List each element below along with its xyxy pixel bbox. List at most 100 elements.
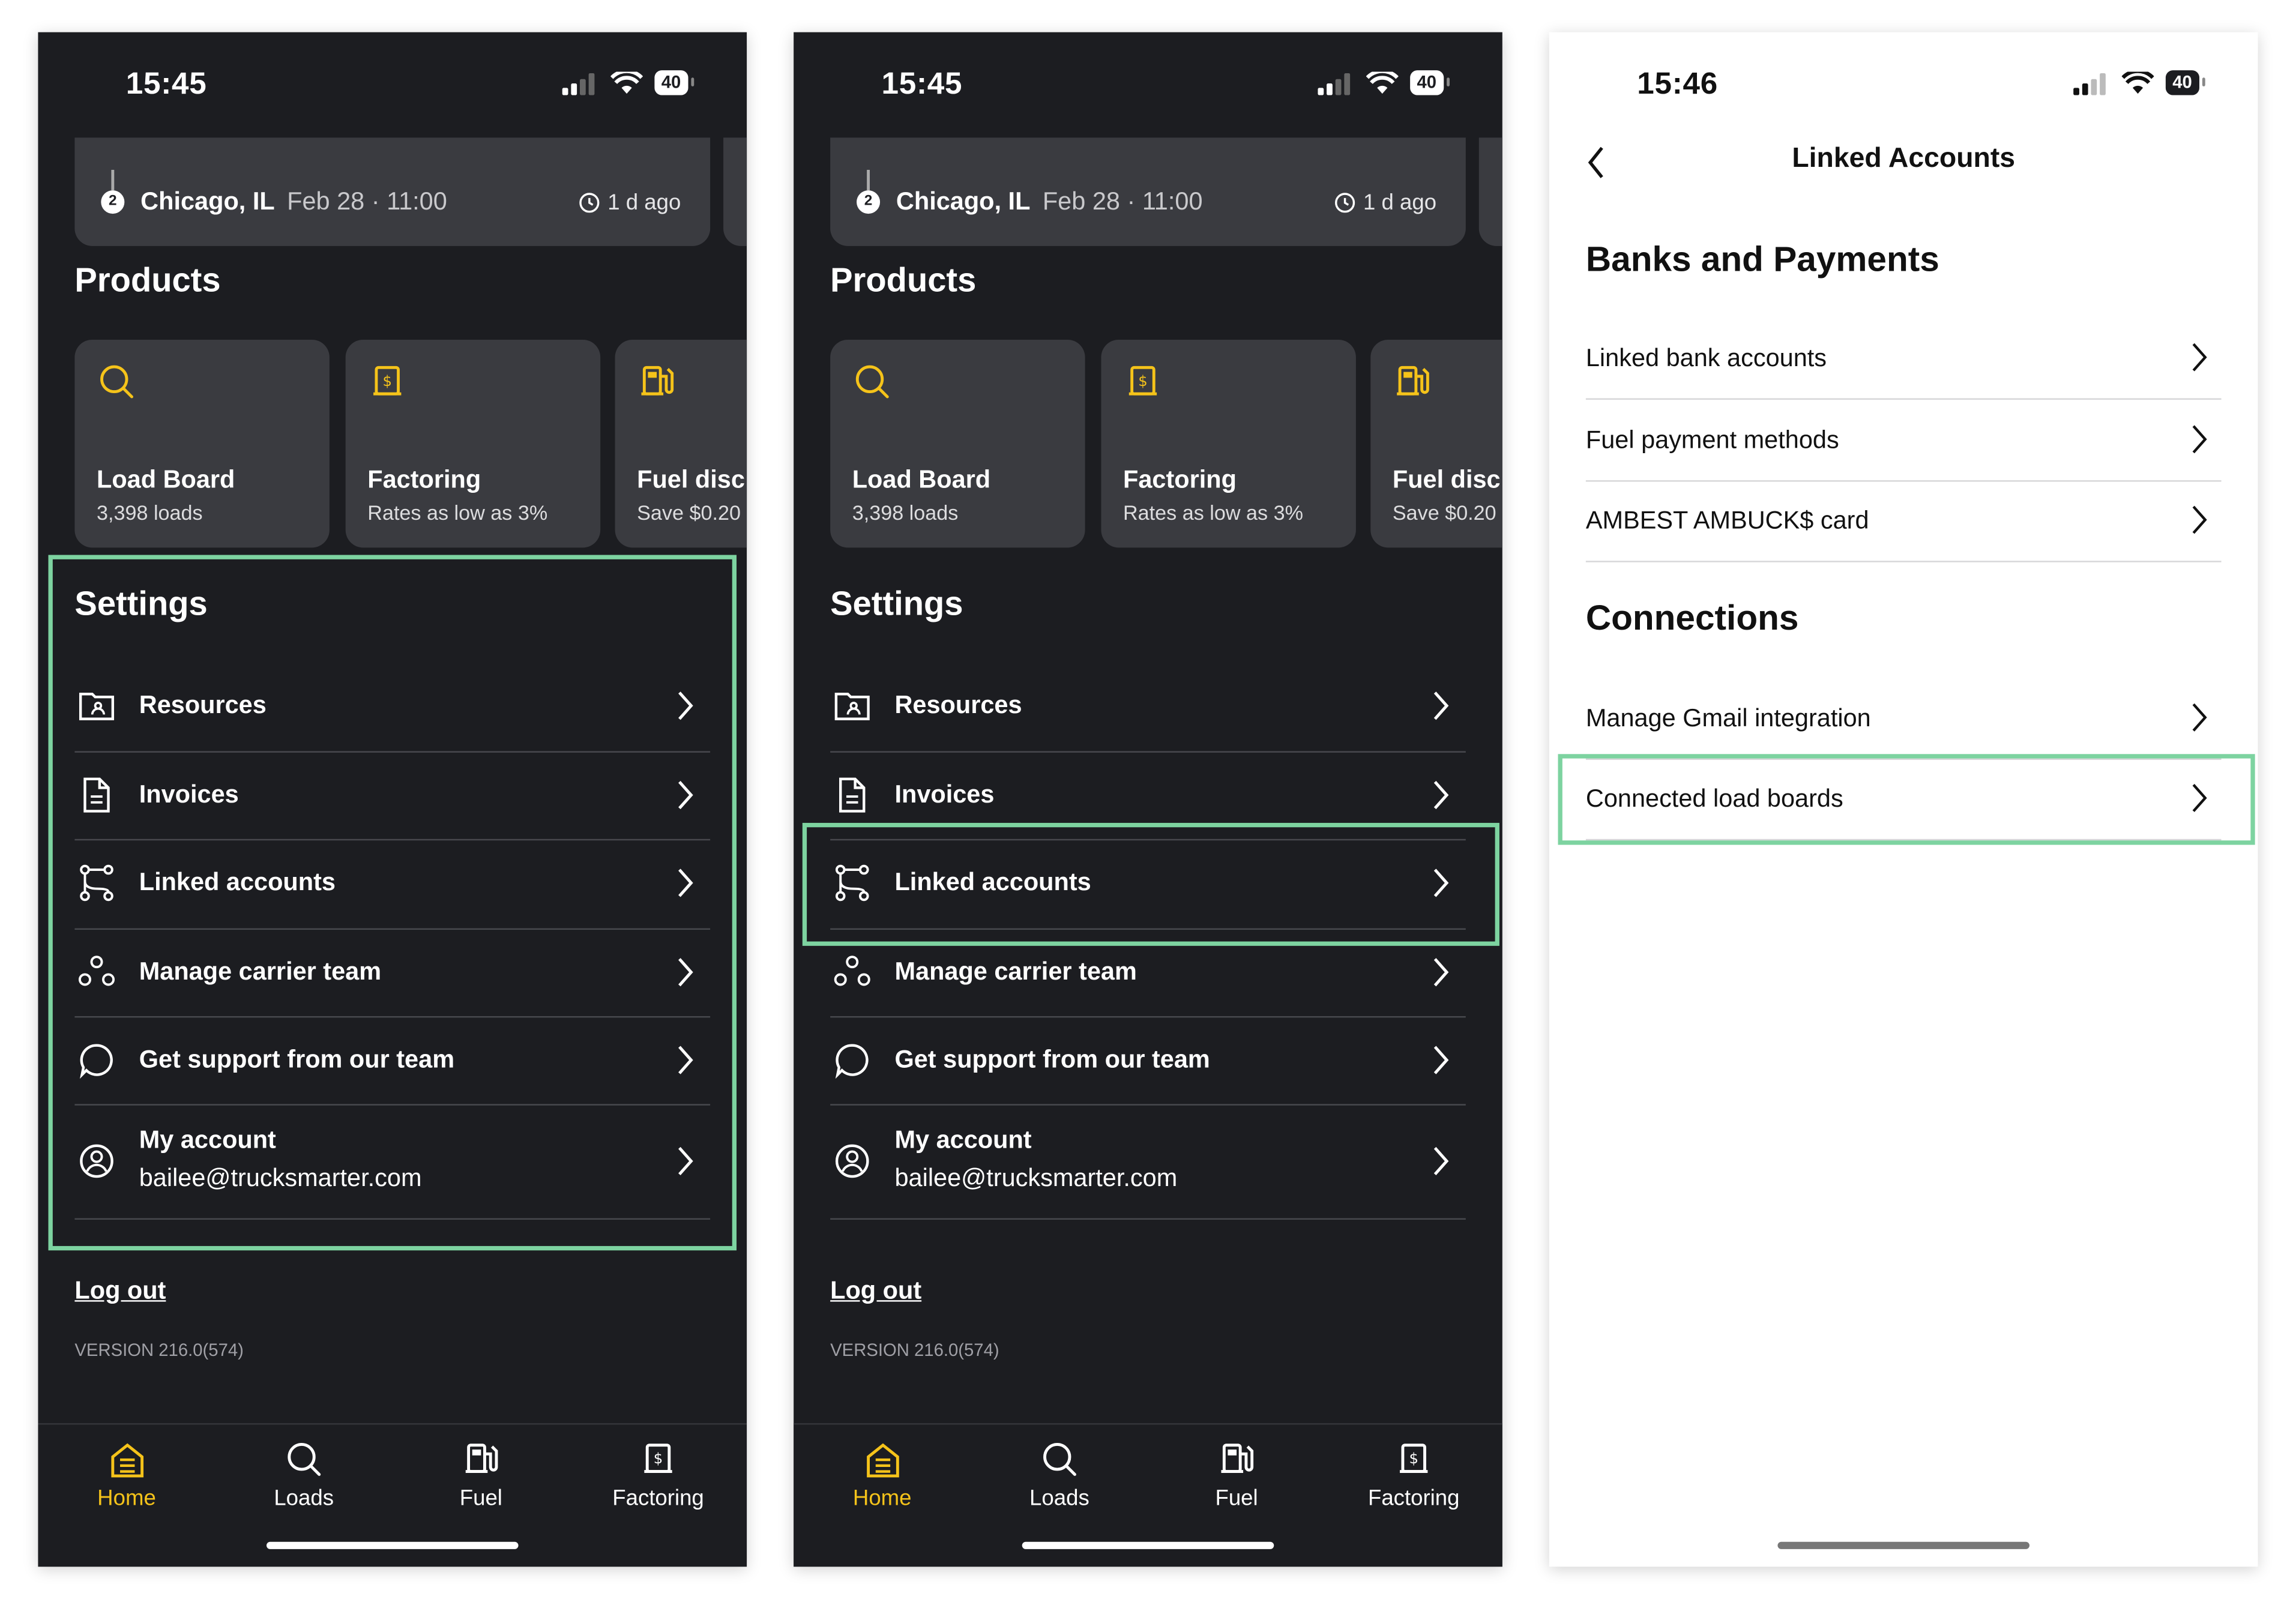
fuel-pump-icon (465, 1444, 498, 1474)
receipt-dollar-icon: $ (373, 366, 402, 396)
clock-icon (579, 193, 600, 213)
connections-section-title: Connections (1585, 598, 1799, 639)
tab-label: Home (852, 1486, 912, 1511)
product-card-load-board[interactable]: Load Board 3,398 loads (830, 339, 1085, 548)
search-icon (100, 365, 133, 399)
tab-factoring[interactable]: $ Factoring (570, 1439, 747, 1511)
load-date: Feb 28 · 11:00 (1042, 187, 1203, 215)
battery-icon: 40 (1409, 70, 1451, 95)
wifi-icon (1366, 71, 1398, 93)
version-text: VERSION 216.0(574) (74, 1340, 244, 1361)
product-card-factoring[interactable]: $ Factoring Rates as low as 3% (1101, 339, 1356, 548)
highlight-settings-box (48, 555, 737, 1251)
clock-icon (1334, 193, 1355, 213)
status-bar: 15:45 40 (794, 32, 1502, 138)
product-subtitle: 3,398 loads (852, 501, 959, 525)
wifi-icon (2121, 71, 2154, 93)
logout-link[interactable]: Log out (830, 1277, 921, 1306)
phone-screen-home-2: 15:45 40 2 Chicago, IL Feb 28 · 11:00 1 … (794, 32, 1502, 1567)
banks-section-title: Banks and Payments (1585, 240, 1939, 280)
settings-row-support[interactable]: Get support from our team (830, 1016, 1466, 1106)
home-icon (110, 1443, 143, 1478)
version-text: VERSION 216.0(574) (830, 1340, 999, 1361)
status-bar: 15:46 40 (1549, 32, 2258, 138)
tab-factoring[interactable]: $ Factoring (1325, 1439, 1502, 1511)
row-ambest-card[interactable]: AMBEST AMBUCK$ card (1585, 480, 2222, 562)
fuel-pump-icon (1397, 366, 1429, 396)
product-subtitle: Save $0.20 (637, 501, 741, 525)
load-card[interactable]: 2 Chicago, IL Feb 28 · 11:00 1 d ago (830, 137, 1466, 246)
receipt-dollar-icon: $ (1399, 1444, 1427, 1474)
product-subtitle: Rates as low as 3% (367, 501, 548, 525)
route-line (867, 169, 870, 191)
signal-icon (2073, 72, 2105, 95)
signal-icon (1317, 72, 1350, 95)
status-bar: 15:45 40 (38, 32, 747, 138)
search-icon (1042, 1443, 1076, 1476)
settings-row-resources[interactable]: Resources (830, 662, 1466, 753)
svg-text:$: $ (1408, 1450, 1418, 1467)
user-circle-icon (835, 1144, 869, 1178)
tab-fuel[interactable]: Fuel (1148, 1439, 1325, 1511)
load-age-text: 1 d ago (1363, 190, 1437, 215)
tab-home[interactable]: Home (794, 1439, 971, 1511)
nav-title: Linked Accounts (1792, 143, 2016, 175)
product-title: Fuel disc (1392, 465, 1501, 494)
settings-row-my-account[interactable]: My account bailee@trucksmarter.com (830, 1104, 1466, 1220)
load-city: Chicago, IL (140, 187, 275, 215)
tab-label: Home (97, 1486, 156, 1511)
tab-label: Loads (274, 1486, 334, 1511)
product-title: Load Board (97, 465, 235, 494)
tab-label: Fuel (459, 1486, 502, 1511)
chevron-right-icon (1433, 1046, 1449, 1074)
signal-icon (561, 72, 594, 95)
settings-title: Settings (830, 584, 963, 622)
status-icons: 40 (1316, 70, 1451, 95)
load-card-next[interactable] (1478, 137, 1502, 246)
svg-text:$: $ (382, 372, 392, 390)
chevron-right-icon (1433, 958, 1449, 987)
load-card[interactable]: 2 Chicago, IL Feb 28 · 11:00 1 d ago (74, 137, 711, 246)
products-title: Products (74, 260, 221, 299)
tab-loads[interactable]: Loads (971, 1439, 1148, 1511)
home-indicator (1022, 1541, 1274, 1549)
folder-icon (834, 693, 870, 720)
chevron-right-icon (1433, 1146, 1449, 1176)
status-time: 15:46 (1637, 67, 1718, 101)
search-icon (855, 365, 889, 399)
product-card-load-board[interactable]: Load Board 3,398 loads (74, 339, 330, 548)
tab-label: Loads (1029, 1486, 1089, 1511)
tab-loads[interactable]: Loads (215, 1439, 393, 1511)
load-age: 1 d ago (578, 190, 681, 215)
account-email: bailee@trucksmarter.com (894, 1164, 1178, 1192)
status-icons: 40 (560, 70, 695, 95)
row-linked-bank-accounts[interactable]: Linked bank accounts (1585, 318, 2222, 400)
stop-number: 2 (857, 190, 881, 214)
product-card-fuel[interactable]: Fuel disc Save $0.20 (1370, 339, 1502, 548)
product-card-fuel[interactable]: Fuel disc Save $0.20 (615, 339, 747, 548)
receipt-dollar-icon: $ (1128, 366, 1157, 396)
route-line (111, 169, 115, 191)
tab-fuel[interactable]: Fuel (393, 1439, 570, 1511)
products-title: Products (830, 260, 977, 299)
tab-home[interactable]: Home (38, 1439, 215, 1511)
chevron-right-icon (1433, 691, 1449, 720)
battery-icon: 40 (654, 70, 695, 95)
logout-link[interactable]: Log out (74, 1277, 166, 1306)
settings-label: Get support from our team (894, 1045, 1210, 1074)
load-card-next[interactable] (723, 137, 747, 246)
settings-label: Invoices (894, 780, 995, 809)
product-title: Factoring (367, 465, 481, 494)
product-subtitle: 3,398 loads (97, 501, 203, 525)
chevron-right-icon (2192, 425, 2207, 454)
product-title: Fuel disc (637, 465, 745, 494)
row-fuel-payment-methods[interactable]: Fuel payment methods (1585, 400, 2222, 482)
fuel-pump-icon (641, 366, 674, 396)
status-time: 15:45 (881, 67, 963, 101)
tab-label: Factoring (612, 1486, 704, 1511)
svg-text:$: $ (1138, 372, 1148, 390)
product-card-factoring[interactable]: $ Factoring Rates as low as 3% (345, 339, 601, 548)
row-gmail-integration[interactable]: Manage Gmail integration (1585, 678, 2222, 760)
settings-label: Manage carrier team (894, 957, 1137, 986)
home-indicator (266, 1541, 519, 1549)
